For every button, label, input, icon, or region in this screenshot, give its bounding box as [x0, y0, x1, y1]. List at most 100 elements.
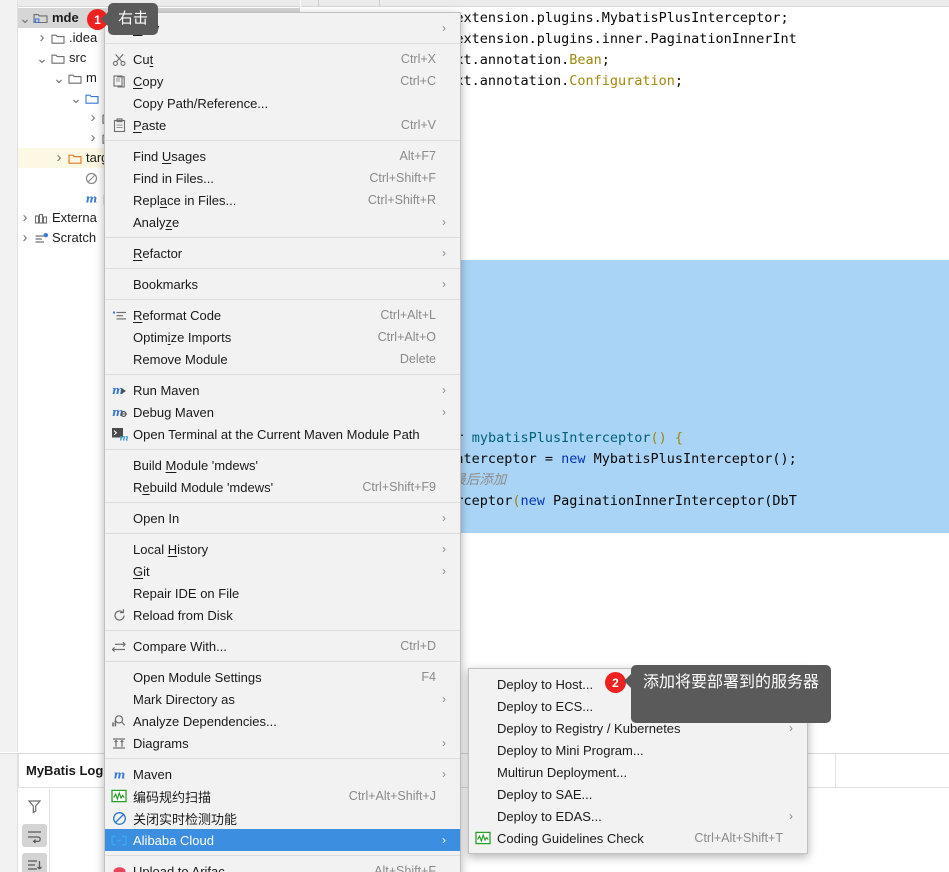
- analyze-deps-icon: [105, 714, 133, 728]
- target-folder-icon: [67, 152, 82, 165]
- menu-item-label: Deploy to Mini Program...: [497, 742, 644, 758]
- chevron-right-icon: ›: [442, 542, 446, 556]
- menu-item-find-in-files[interactable]: Find in Files... Ctrl+Shift+F: [105, 167, 460, 189]
- menu-separator: [105, 268, 460, 269]
- menu-item-run-maven[interactable]: m Run Maven ›: [105, 379, 460, 401]
- chevron-right-icon: ›: [442, 833, 446, 847]
- folder-icon: [50, 32, 65, 45]
- chevron-right-icon: ›: [442, 692, 446, 706]
- menu-item-shortcut: Alt+Shift+F: [374, 864, 436, 872]
- menu-item-multirun-deployment[interactable]: Multirun Deployment...: [469, 761, 807, 783]
- disable-inspect-icon: [112, 811, 127, 826]
- chevron-down-icon[interactable]: ⌄: [69, 91, 83, 105]
- menu-item-refactor[interactable]: Refactor ›: [105, 242, 460, 264]
- menu-item-deploy-to-edas[interactable]: Deploy to EDAS... ›: [469, 805, 807, 827]
- menu-item-build-module-mdews[interactable]: Build Module 'mdews': [105, 454, 460, 476]
- module-context-menu[interactable]: New › Cut Ctrl+X Copy Ctrl+C Copy Path/Referen…: [104, 12, 461, 872]
- menu-item-label: Git: [133, 563, 150, 579]
- menu-item-open-in[interactable]: Open In ›: [105, 507, 460, 529]
- chevron-right-icon: ›: [442, 277, 446, 291]
- menu-item-analyze-dependencies[interactable]: Analyze Dependencies...: [105, 710, 460, 732]
- menu-item-copy-path-reference[interactable]: Copy Path/Reference...: [105, 92, 460, 114]
- menu-item-repair-ide-on-file[interactable]: Repair IDE on File: [105, 582, 460, 604]
- chevron-down-icon[interactable]: ⌄: [35, 51, 49, 65]
- menu-item-copy[interactable]: Copy Ctrl+C: [105, 70, 460, 92]
- chevron-down-icon[interactable]: ⌄: [52, 71, 66, 85]
- folder-icon: [67, 72, 82, 85]
- bottom-tool-gutter[interactable]: [0, 754, 18, 872]
- chevron-right-icon[interactable]: ›: [18, 208, 32, 228]
- menu-separator: [105, 140, 460, 141]
- tree-icon-slot: [32, 232, 49, 245]
- reformat-icon: [105, 309, 133, 322]
- chevron-right-icon[interactable]: ›: [86, 108, 100, 128]
- menu-item-replace-in-files[interactable]: Replace in Files... Ctrl+Shift+R: [105, 189, 460, 211]
- tree-icon-slot: [32, 212, 49, 225]
- menu-item-label: Reload from Disk: [133, 607, 233, 623]
- menu-item-debug-maven[interactable]: m Debug Maven ›: [105, 401, 460, 423]
- menu-item-maven[interactable]: m Maven ›: [105, 763, 460, 785]
- filter-icon[interactable]: [22, 795, 47, 818]
- disable-inspect-icon: [105, 811, 133, 826]
- menu-separator: [105, 237, 460, 238]
- menu-item-shortcut: Alt+F7: [399, 149, 436, 163]
- chevron-right-icon: ›: [442, 564, 446, 578]
- diagrams-icon: [105, 737, 133, 750]
- chevron-right-icon: ›: [442, 511, 446, 525]
- menu-item-reformat-code[interactable]: Reformat Code Ctrl+Alt+L: [105, 304, 460, 326]
- code-token: mybatisPlusInterceptor: [471, 430, 651, 446]
- menu-item-local-history[interactable]: Local History ›: [105, 538, 460, 560]
- menu-item-find-usages[interactable]: Find Usages Alt+F7: [105, 145, 460, 167]
- code-scan-icon: [111, 789, 127, 803]
- scroll-to-end-icon[interactable]: [21, 853, 47, 872]
- menu-item-label: Replace in Files...: [133, 192, 237, 208]
- menu-item-label: 编码规约扫描: [133, 789, 212, 805]
- menu-item-open-module-settings[interactable]: Open Module Settings F4: [105, 666, 460, 688]
- menu-item-new[interactable]: New ›: [105, 17, 460, 39]
- menu-item-git[interactable]: Git ›: [105, 560, 460, 582]
- maven-m-icon: m: [105, 768, 133, 781]
- menu-item-coding-guidelines-check[interactable]: Coding Guidelines Check Ctrl+Alt+Shift+T: [469, 827, 807, 849]
- soft-wrap-icon[interactable]: [21, 824, 47, 847]
- menu-item-diagrams[interactable]: Diagrams ›: [105, 732, 460, 754]
- tree-item-label: mde: [52, 10, 79, 25]
- menu-item-upload-to-arifac[interactable]: Upload to Arifac... Alt+Shift+F: [105, 860, 460, 872]
- menu-item-label: Diagrams: [133, 735, 189, 751]
- menu-item-remove-module[interactable]: Remove Module Delete: [105, 348, 460, 370]
- menu-item-paste[interactable]: Paste Ctrl+V: [105, 114, 460, 136]
- menu-item-shortcut: Ctrl+Alt+Shift+J: [348, 789, 436, 803]
- menu-item-reload-from-disk[interactable]: Reload from Disk: [105, 604, 460, 626]
- tab-mybatis-log[interactable]: MyBatis Log: [18, 754, 111, 788]
- menu-item-shortcut: Delete: [399, 352, 436, 366]
- chevron-right-icon[interactable]: ›: [18, 228, 32, 248]
- menu-item-cut[interactable]: Cut Ctrl+X: [105, 48, 460, 70]
- menu-item-deploy-to-mini-program[interactable]: Deploy to Mini Program...: [469, 739, 807, 761]
- menu-item-deploy-to-sae[interactable]: Deploy to SAE...: [469, 783, 807, 805]
- chevron-down-icon[interactable]: ⌄: [18, 11, 32, 25]
- menu-item-label: Find in Files...: [133, 170, 214, 186]
- menu-item-rebuild-module-mdews[interactable]: Rebuild Module 'mdews' Ctrl+Shift+F9: [105, 476, 460, 498]
- menu-item-关闭实时检测功能[interactable]: 关闭实时检测功能: [105, 807, 460, 829]
- chevron-right-icon[interactable]: ›: [35, 28, 49, 48]
- menu-item-mark-directory-as[interactable]: Mark Directory as ›: [105, 688, 460, 710]
- chevron-right-icon[interactable]: ›: [86, 128, 100, 148]
- menu-item-label: Reformat Code: [133, 307, 222, 323]
- code-token: MybatisPlusInterceptor();: [585, 451, 797, 467]
- menu-item-compare-with[interactable]: Compare With... Ctrl+D: [105, 635, 460, 657]
- menu-item-bookmarks[interactable]: Bookmarks ›: [105, 273, 460, 295]
- chevron-right-icon: ›: [442, 215, 446, 229]
- menu-item-shortcut: Ctrl+Shift+F: [369, 171, 436, 185]
- code-token: new: [561, 451, 586, 467]
- menu-item-alibaba-cloud[interactable]: Alibaba Cloud ›: [105, 829, 460, 851]
- chevron-right-icon[interactable]: ›: [52, 148, 66, 168]
- code-token: Bean: [569, 52, 602, 68]
- tree-icon-slot: [32, 12, 49, 25]
- left-tool-gutter[interactable]: [0, 0, 18, 752]
- menu-item-optimize-imports[interactable]: Optimize Imports Ctrl+Alt+O: [105, 326, 460, 348]
- editor-tab-strip[interactable]: [301, 0, 949, 7]
- menu-item-open-terminal-at-the-current-maven-module-path[interactable]: m Open Terminal at the Current Maven Modu…: [105, 423, 460, 445]
- menu-item-编码规约扫描[interactable]: 编码规约扫描 Ctrl+Alt+Shift+J: [105, 785, 460, 807]
- menu-item-shortcut: F4: [421, 670, 436, 684]
- menu-item-label: Paste: [133, 117, 167, 133]
- menu-item-analyze[interactable]: Analyze ›: [105, 211, 460, 233]
